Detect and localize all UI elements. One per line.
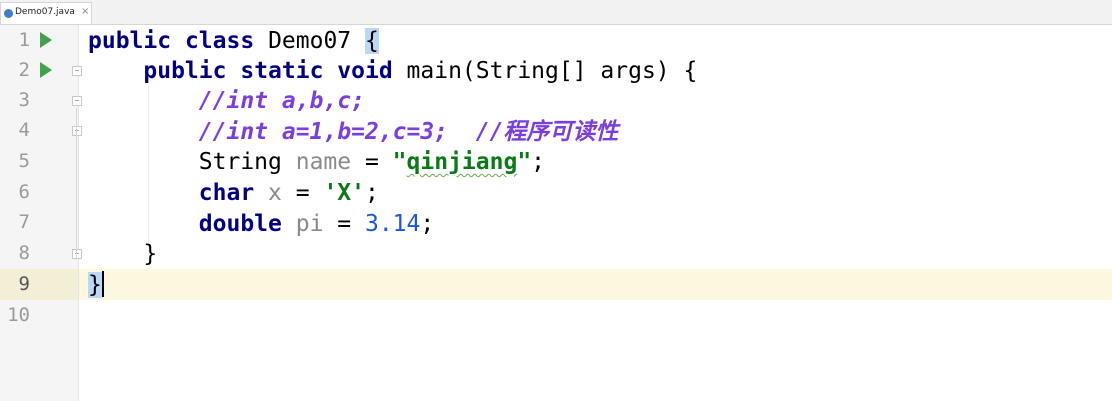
line-number[interactable]: 9 — [0, 269, 30, 299]
keyword: double — [198, 211, 282, 237]
type-name: String — [198, 149, 282, 175]
line-number[interactable]: 5 — [0, 146, 30, 176]
line-number[interactable]: 1 — [0, 25, 30, 55]
code-line-1: public class Demo07 { — [88, 26, 379, 56]
keyword: char — [198, 180, 255, 206]
current-line-highlight — [0, 269, 1112, 300]
brace-match: } — [88, 272, 102, 298]
class-name: Demo07 — [268, 28, 352, 54]
char-literal: 'X' — [323, 180, 365, 206]
keyword: public — [88, 28, 172, 54]
variable: name — [295, 149, 352, 175]
operator: = — [281, 180, 324, 206]
keyword: public — [143, 58, 227, 84]
tab-label: Demo07.java — [15, 7, 75, 17]
code-line-7: double pi = 3.14; — [88, 209, 434, 239]
comment: //int a,b,c; — [198, 88, 365, 114]
line-number[interactable]: 4 — [0, 115, 30, 145]
operator: = — [323, 211, 365, 237]
fold-icon[interactable] — [72, 66, 82, 76]
brace-match: { — [365, 28, 379, 54]
line-number[interactable]: 2 — [0, 55, 30, 85]
semicolon: ; — [420, 211, 435, 237]
keyword: static — [240, 58, 324, 84]
string-quote: " — [392, 149, 407, 175]
string-quote: " — [517, 149, 532, 175]
code-line-5: String name = "qinjiang"; — [88, 147, 545, 177]
method-signature: main(String[] args) { — [406, 58, 698, 84]
code-line-4: //int a=1,b=2,c=3; //程序可读性 — [88, 117, 619, 147]
run-main-icon[interactable] — [40, 62, 52, 78]
line-number[interactable]: 7 — [0, 207, 30, 237]
java-file-icon — [4, 9, 13, 18]
code-line-6: char x = 'X'; — [88, 178, 379, 208]
line-number[interactable]: 6 — [0, 177, 30, 207]
fold-icon[interactable] — [72, 249, 82, 259]
line-number[interactable]: 8 — [0, 238, 30, 268]
keyword: class — [184, 28, 255, 54]
code-line-9: } — [88, 270, 104, 300]
closing-brace: } — [143, 241, 158, 267]
semicolon: ; — [364, 180, 379, 206]
keyword: void — [337, 58, 393, 84]
variable: pi — [295, 211, 324, 237]
code-line-2: public static void main(String[] args) { — [88, 56, 697, 86]
run-class-icon[interactable] — [40, 32, 52, 48]
operator: = — [351, 149, 393, 175]
tab-demo07-java[interactable]: Demo07.java × — [0, 2, 92, 24]
variable: x — [268, 180, 282, 206]
text-caret — [101, 271, 104, 297]
string-literal: qinjiang — [406, 149, 518, 175]
line-number[interactable]: 10 — [0, 300, 30, 330]
number-literal: 3.14 — [364, 211, 421, 237]
line-number[interactable]: 3 — [0, 85, 30, 115]
comment: //int a=1,b=2,c=3; //程序可读性 — [198, 119, 619, 145]
code-line-3: //int a,b,c; — [88, 86, 365, 116]
fold-icon[interactable] — [72, 126, 82, 136]
code-line-8: } — [88, 239, 157, 269]
fold-guide — [76, 108, 77, 258]
fold-icon[interactable] — [72, 96, 82, 106]
close-icon[interactable]: × — [81, 6, 89, 17]
editor-tab-bar: Demo07.java × — [0, 0, 1112, 25]
semicolon: ; — [531, 149, 546, 175]
